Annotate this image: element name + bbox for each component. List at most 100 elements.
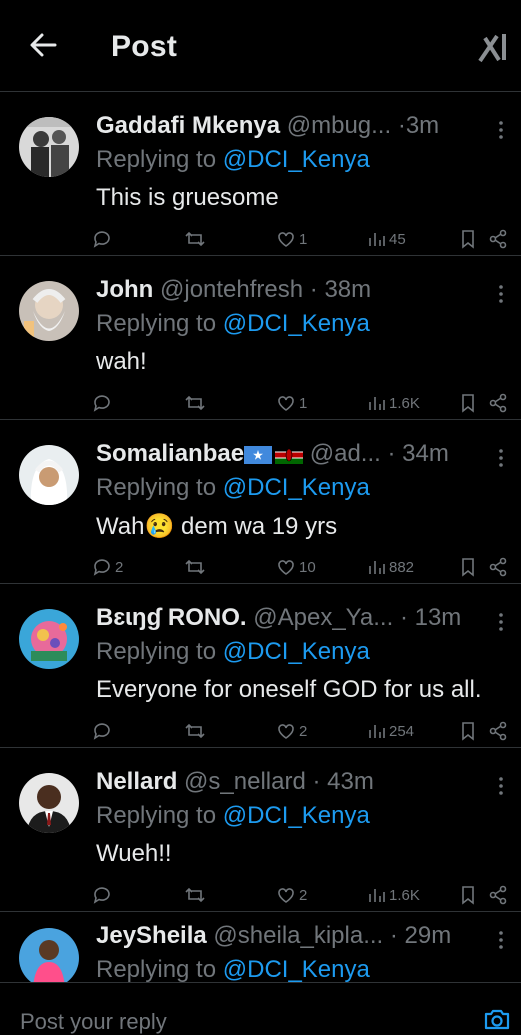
timestamp[interactable]: 34m [402,440,449,467]
avatar[interactable] [19,609,79,669]
bookmark-button[interactable] [460,884,476,906]
replying-to-label: Replying to [96,638,217,665]
timestamp[interactable]: 43m [327,768,374,795]
bookmark-icon [462,722,474,741]
repost-button[interactable] [184,392,209,414]
reply-item[interactable]: Gaddafi Mkenya @mbug... ·3m Replying to … [0,92,521,256]
timestamp[interactable]: 3m [406,112,439,139]
timestamp[interactable]: 29m [405,922,452,949]
mention-link[interactable]: @DCI_Kenya [223,146,370,173]
mention-link[interactable]: @DCI_Kenya [223,474,370,501]
repost-icon [185,723,205,739]
more-options-icon[interactable] [493,448,509,468]
display-name[interactable]: JeySheila [96,922,207,949]
share-button[interactable] [488,392,508,414]
reply-button[interactable]: 2 [92,556,123,578]
views-button[interactable]: 254 [368,720,414,742]
avatar[interactable] [19,445,79,505]
display-name[interactable]: Bɛɩŋɠ RONO. [96,604,247,631]
bookmark-button[interactable] [460,228,476,250]
timestamp[interactable]: 38m [324,276,371,303]
user-handle[interactable]: @mbug... [287,112,391,139]
avatar[interactable] [19,117,79,177]
more-options-icon[interactable] [493,612,509,632]
mention-link[interactable]: @DCI_Kenya [223,310,370,337]
share-button[interactable] [488,884,508,906]
somalia-flag-icon [244,445,273,464]
views-button[interactable]: 1.6K [368,884,420,906]
avatar[interactable] [19,281,79,341]
action-bar: 2 254 [92,720,507,742]
more-options-icon[interactable] [493,776,509,796]
heart-icon [278,232,294,247]
more-options-icon[interactable] [493,120,509,140]
user-handle[interactable]: @s_nellard [184,768,306,795]
reply-button[interactable] [92,228,115,250]
separator-dot: · [389,922,398,949]
views-button[interactable]: 1.6K [368,392,420,414]
grok-logo-icon[interactable] [477,30,511,64]
reply-button[interactable] [92,720,115,742]
reply-item[interactable]: John @jontehfresh · 38m Replying to @DCI… [0,256,521,420]
display-name[interactable]: John [96,276,153,303]
like-button[interactable]: 1 [276,228,307,250]
repost-button[interactable] [184,884,209,906]
timestamp[interactable]: 13m [415,604,462,631]
like-button[interactable]: 10 [276,556,316,578]
mention-link[interactable]: @DCI_Kenya [223,638,370,665]
like-button[interactable]: 2 [276,720,307,742]
user-handle[interactable]: @jontehfresh [160,276,303,303]
comment-icon [93,395,110,412]
reply-item[interactable]: Bɛɩŋɠ RONO. @Apex_Ya... · 13m Replying t… [0,584,521,748]
separator-dot: · [397,112,406,139]
mention-link[interactable]: @DCI_Kenya [223,956,370,983]
reply-button[interactable] [92,884,115,906]
reply-header: Somalianbae @ad... · 34m [96,440,481,470]
avatar[interactable] [19,773,79,833]
bookmark-icon [462,394,474,413]
like-count: 2 [299,722,308,740]
share-button[interactable] [488,720,508,742]
reply-item[interactable]: JeySheila @sheila_kipla... · 29m Replyin… [0,912,521,988]
share-icon [489,885,507,905]
replying-to: Replying to @DCI_Kenya [96,956,370,984]
replying-to-label: Replying to [96,146,217,173]
user-handle[interactable]: @ad... [310,440,381,467]
display-name[interactable]: Gaddafi Mkenya [96,112,280,139]
mention-link[interactable]: @DCI_Kenya [223,802,370,829]
repost-button[interactable] [184,556,209,578]
reply-composer[interactable]: Post your reply [0,982,521,1034]
more-options-icon[interactable] [493,930,509,950]
display-name[interactable]: Nellard [96,768,177,795]
reply-item[interactable]: Nellard @s_nellard · 43m Replying to @DC… [0,748,521,912]
user-handle[interactable]: @sheila_kipla... [213,922,383,949]
repost-icon [185,887,205,903]
like-button[interactable]: 1 [276,392,307,414]
views-button[interactable]: 882 [368,556,414,578]
repost-button[interactable] [184,228,209,250]
bookmark-button[interactable] [460,392,476,414]
arrow-left-icon[interactable] [28,30,58,60]
more-options-icon[interactable] [493,284,509,304]
action-bar: 2 10 882 [92,556,507,578]
repost-button[interactable] [184,720,209,742]
reply-header: Gaddafi Mkenya @mbug... ·3m [96,112,481,142]
views-button[interactable]: 45 [368,228,406,250]
repost-icon [185,231,205,247]
share-icon [489,229,507,249]
like-button[interactable]: 2 [276,884,307,906]
reply-button[interactable] [92,392,115,414]
reply-text: Wueh!! [96,840,172,867]
bookmark-button[interactable] [460,556,476,578]
display-name[interactable]: Somalianbae [96,440,244,467]
reply-text: Wah😢 dem wa 19 yrs [96,513,338,540]
user-handle[interactable]: @Apex_Ya... [253,604,393,631]
reply-input[interactable]: Post your reply [20,1009,167,1035]
reply-count: 2 [115,558,124,576]
reply-item[interactable]: Somalianbae @ad... · 34m Replying to @DC… [0,420,521,584]
share-button[interactable] [488,228,508,250]
camera-icon[interactable] [483,1007,511,1031]
avatar[interactable] [19,928,79,988]
share-button[interactable] [488,556,508,578]
bookmark-button[interactable] [460,720,476,742]
